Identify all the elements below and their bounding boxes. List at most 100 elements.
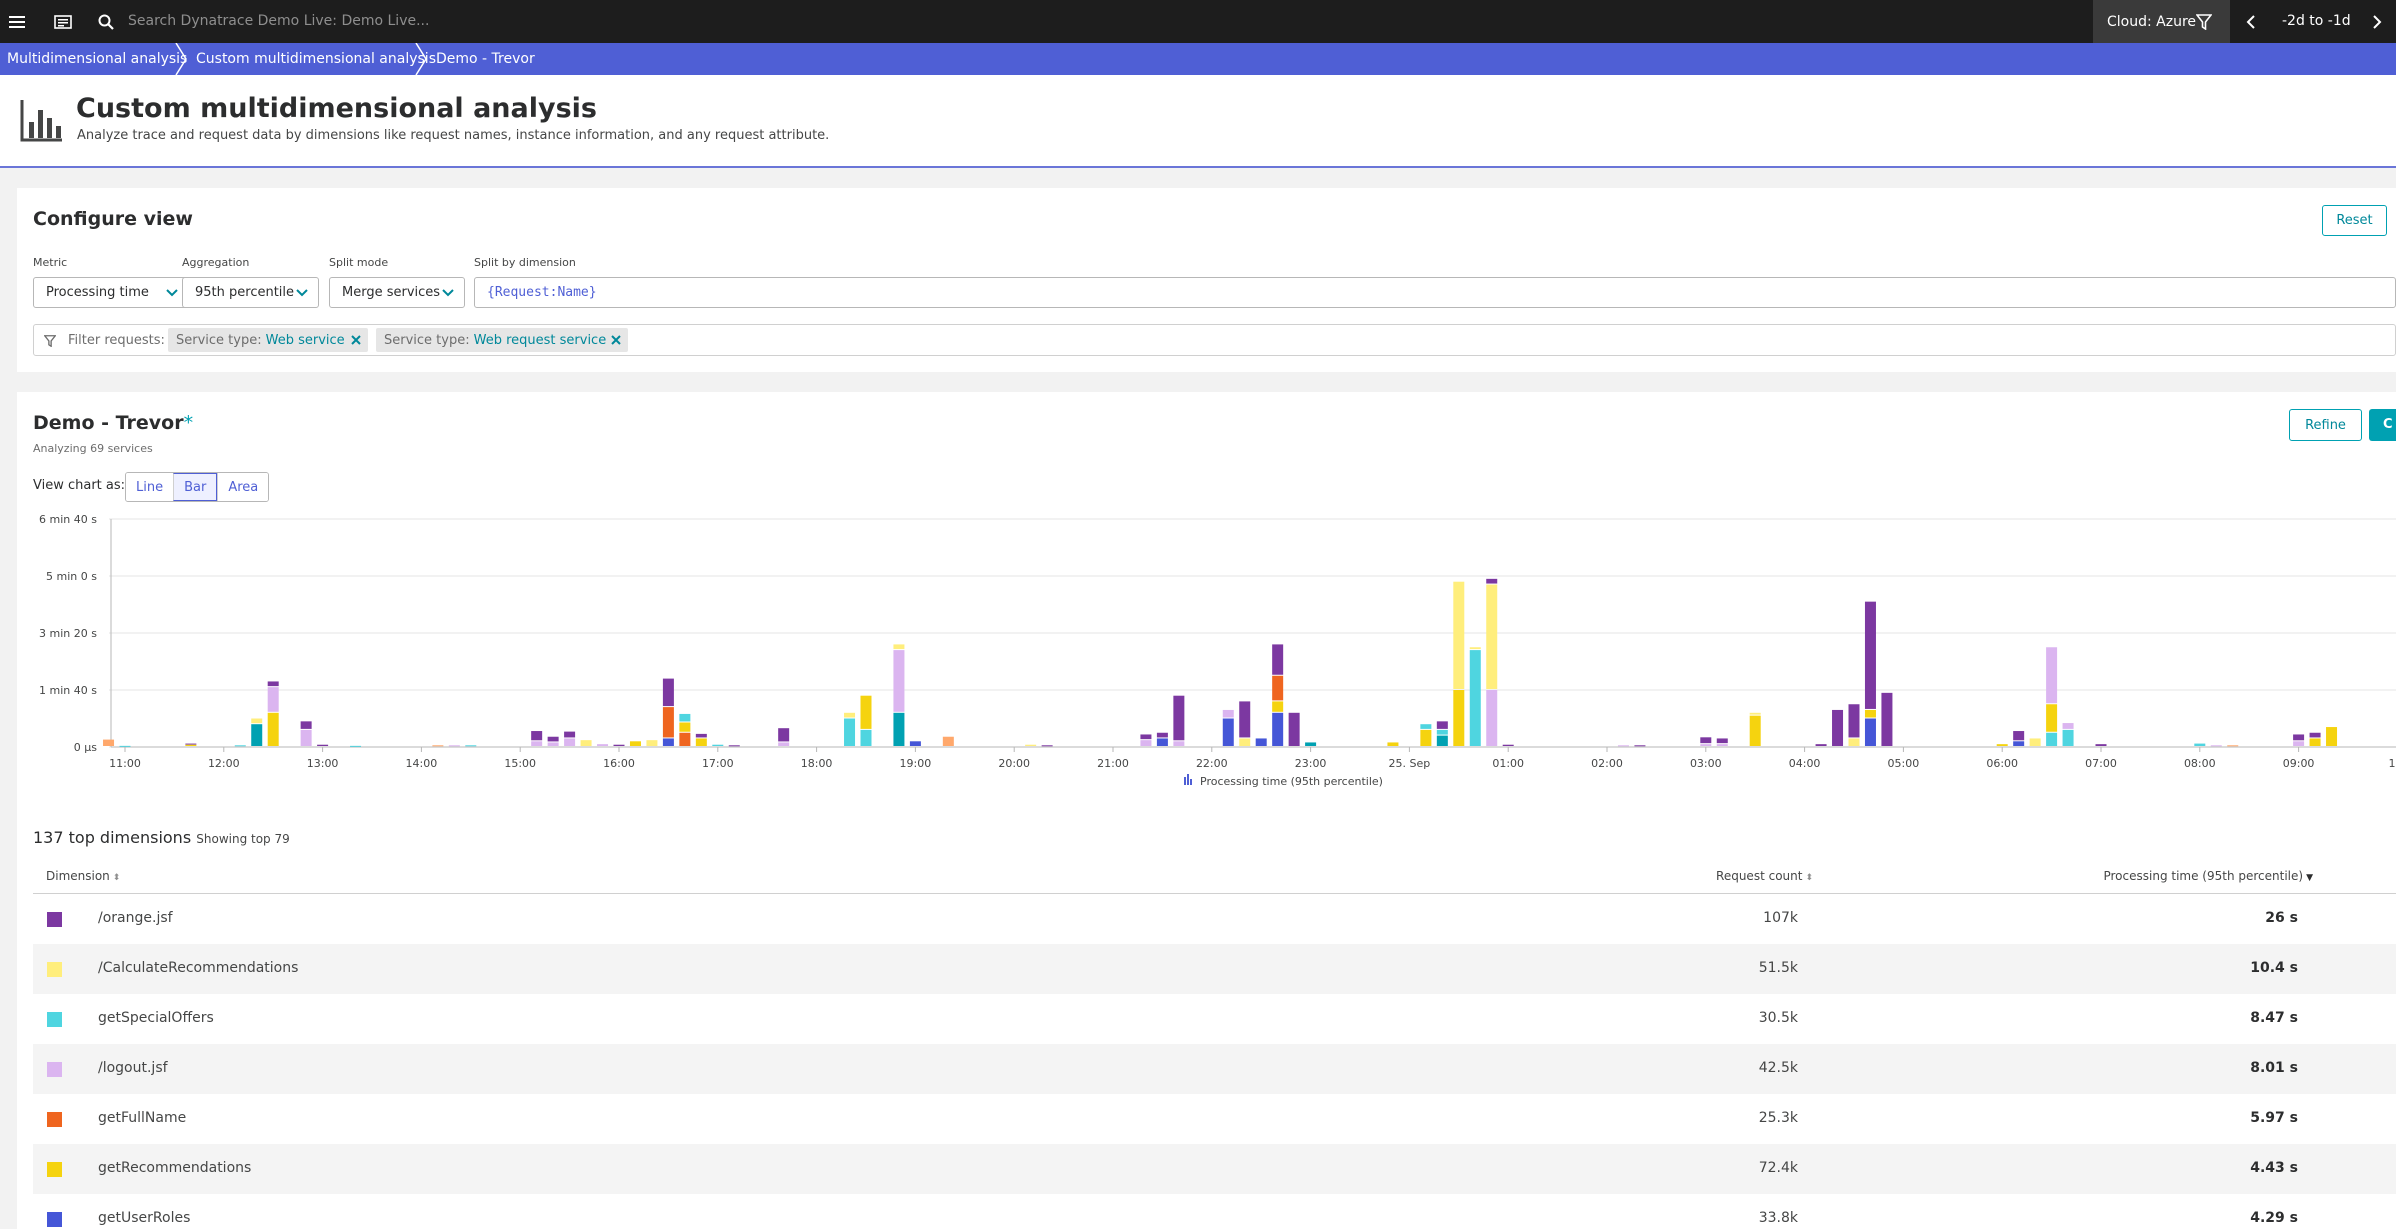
column-header-processing-time-label: Processing time (95th percentile) [2103, 869, 2304, 883]
timeframe-selector[interactable]: -2d to -1d [2282, 13, 2351, 29]
dimension-count: 137 top dimensions [33, 828, 192, 847]
split-mode-label: Split mode [329, 256, 389, 269]
bar-segment [1041, 745, 1053, 747]
bar-segment [893, 712, 905, 746]
processing-time-chart: 0 µs 1 min 40 s 3 min 20 s 5 min 0 s 6 min 4… [39, 513, 2396, 788]
bar-segment [728, 745, 740, 747]
table-row[interactable]: /orange.jsf 107k 26 s [33, 894, 2396, 944]
close-icon[interactable] [350, 334, 362, 346]
series-color-swatch [47, 962, 62, 977]
aggregation-select[interactable]: 95th percentile [182, 277, 319, 308]
bar-segment [1255, 738, 1267, 746]
bar-segment [317, 744, 329, 746]
reset-button[interactable]: Reset [2322, 205, 2387, 236]
bar-segment [1272, 644, 1284, 675]
bar-segment [1173, 741, 1185, 746]
filter-icon [44, 335, 56, 347]
x-tick-label: 20:00 [998, 757, 1030, 770]
series-color-swatch [47, 1112, 62, 1127]
close-icon[interactable] [610, 334, 622, 346]
table-row[interactable]: /CalculateRecommendations 51.5k 10.4 s [33, 944, 2396, 994]
column-header-request-count[interactable]: Request count ⬍ [1716, 869, 1813, 883]
bar-segment [613, 744, 625, 746]
split-mode-select[interactable]: Merge services [329, 277, 465, 308]
management-zone-label: Cloud: Azure [2107, 13, 2197, 30]
bar-segment [1387, 742, 1399, 746]
column-header-dimension[interactable]: Dimension ⬍ [46, 869, 120, 883]
table-row[interactable]: getRecommendations 72.4k 4.43 s [33, 1144, 2396, 1194]
bar-segment [662, 738, 674, 746]
primary-action-button[interactable]: C [2369, 409, 2396, 441]
bar-segment [547, 742, 559, 746]
view-area-button[interactable]: Area [217, 473, 269, 501]
chart-type-toggle: Line Bar Area [125, 472, 270, 502]
bar-segment [1749, 712, 1761, 715]
bar-segment [2046, 704, 2058, 732]
table-row[interactable]: getUserRoles 33.8k 4.29 s [33, 1194, 2396, 1229]
bar-segment [1716, 744, 1728, 746]
column-header-dimension-label: Dimension [46, 869, 110, 883]
bar-segment [2062, 729, 2074, 746]
view-line-button[interactable]: Line [126, 473, 174, 501]
x-tick-label: 05:00 [1888, 757, 1920, 770]
bar-segment [119, 745, 131, 747]
bar-segment [1815, 744, 1827, 746]
timeframe-next-button[interactable] [2358, 0, 2396, 43]
filter-chip-value: Web service [265, 332, 345, 348]
showing-count: Showing top 79 [196, 832, 290, 846]
menu-icon[interactable] [0, 0, 34, 43]
bar-segment [564, 738, 576, 746]
search-input[interactable]: Search Dynatrace Demo Live: Demo Live... [128, 13, 429, 29]
legend-bar-icon [1187, 774, 1189, 785]
bar-segment [1848, 738, 1860, 746]
bar-segment [695, 738, 707, 746]
processing-time-value: 8.01 s [2250, 1060, 2298, 1076]
breadcrumb-item-custom-analysis[interactable]: Custom multidimensional analysis [196, 43, 436, 75]
bar-segment [778, 742, 790, 746]
chevron-down-icon [442, 289, 454, 297]
view-bar-button[interactable]: Bar [173, 473, 218, 501]
table-row[interactable]: getFullName 25.3k 5.97 s [33, 1094, 2396, 1144]
bar-segment [1239, 701, 1251, 738]
bar-segment [629, 741, 641, 746]
y-tick-label: 1 min 40 s [39, 684, 97, 697]
bar-segment [580, 740, 592, 746]
refine-button[interactable]: Refine [2289, 409, 2362, 441]
x-tick-label: 09:00 [2283, 757, 2315, 770]
notifications-icon[interactable] [46, 0, 80, 43]
split-by-dimension-input[interactable]: {Request:Name} [474, 277, 2396, 308]
bar-segment [234, 745, 246, 747]
timeframe-previous-button[interactable] [2232, 0, 2270, 43]
sort-icon: ⬍ [112, 873, 121, 883]
analysis-title-text: Demo - Trevor [33, 412, 184, 434]
table-row[interactable]: getSpecialOffers 30.5k 8.47 s [33, 994, 2396, 1044]
split-by-label: Split by dimension [474, 256, 576, 269]
metric-select[interactable]: Processing time [33, 277, 189, 308]
bar-segment [679, 713, 691, 722]
dimension-name: getSpecialOffers [98, 1010, 214, 1026]
request-count: 33.8k [1758, 1210, 1798, 1226]
bar-segment [1617, 745, 1629, 747]
x-tick-label: 14:00 [406, 757, 438, 770]
x-tick-label: 18:00 [801, 757, 833, 770]
breadcrumb: Multidimensional analysis Custom multidi… [0, 43, 2396, 75]
analysis-title: Demo - Trevor* [33, 412, 193, 434]
bar-segment [712, 744, 724, 746]
breadcrumb-separator-icon [175, 43, 187, 75]
dimension-name: /CalculateRecommendations [98, 960, 299, 976]
search-icon[interactable] [89, 0, 123, 43]
dimension-name: getRecommendations [98, 1160, 252, 1176]
y-tick-label: 3 min 20 s [39, 627, 97, 640]
x-tick-label: 10: [2389, 757, 2396, 770]
bar-segment [893, 650, 905, 712]
dimensions-table: Dimension ⬍ Request count ⬍ Processing tim… [33, 858, 2396, 1229]
column-header-processing-time[interactable]: Processing time (95th percentile) ▼ [2103, 869, 2313, 883]
request-count: 25.3k [1758, 1110, 1798, 1126]
table-row[interactable]: /logout.jsf 42.5k 8.01 s [33, 1044, 2396, 1094]
management-zone-filter[interactable]: Cloud: Azure [2093, 0, 2230, 43]
breadcrumb-item-multidimensional-analysis[interactable]: Multidimensional analysis [7, 43, 187, 75]
bar-segment [1486, 584, 1498, 689]
filter-chip-web-service: Service type: Web service [168, 328, 368, 352]
y-tick-label: 6 min 40 s [39, 513, 97, 526]
filter-requests-bar[interactable]: Filter requests: Service type: Web servi… [33, 324, 2396, 356]
